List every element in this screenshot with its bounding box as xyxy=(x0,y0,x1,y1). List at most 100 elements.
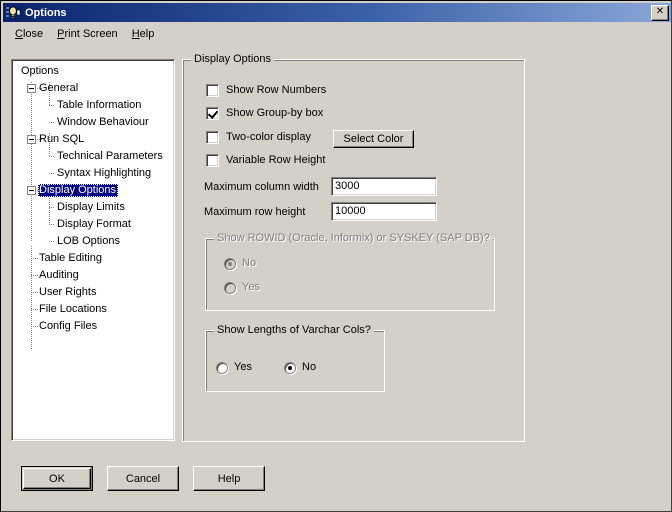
tree-node-display-options[interactable]: Display Options xyxy=(12,182,174,199)
display-options-groupbox-title: Display Options xyxy=(191,53,275,65)
menu-item-help[interactable]: Help xyxy=(125,27,162,42)
checkbox-box-icon[interactable] xyxy=(206,154,219,167)
tree-connector xyxy=(31,309,39,310)
tree-node-label: Syntax Highlighting xyxy=(57,167,152,179)
tree-connector xyxy=(31,275,39,276)
radio-label: No xyxy=(242,257,257,269)
tree-node-file-locations[interactable]: File Locations xyxy=(12,301,174,318)
tree-connector xyxy=(31,326,39,327)
tree-node-syntax-highlighting[interactable]: Syntax Highlighting xyxy=(12,165,174,182)
tree-node-table-editing[interactable]: Table Editing xyxy=(12,250,174,267)
tree-node-label: Technical Parameters xyxy=(57,150,163,162)
help-button[interactable]: Help xyxy=(193,466,265,491)
tree-node-label: Display Limits xyxy=(57,201,125,213)
tree-node-auditing[interactable]: Auditing xyxy=(12,267,174,284)
options-tree[interactable]: Options General Table Information Window… xyxy=(11,59,175,441)
checkbox-label: Show Row Numbers xyxy=(226,84,327,96)
ok-button[interactable]: OK xyxy=(21,466,93,491)
tree-connector xyxy=(31,258,39,259)
tree-node-lob-options[interactable]: LOB Options xyxy=(12,233,174,250)
menu-item-print-screen[interactable]: Print Screen xyxy=(50,27,125,42)
menu-item-close[interactable]: Close xyxy=(8,27,50,42)
radio-button-icon[interactable] xyxy=(216,361,228,374)
cancel-button[interactable]: Cancel xyxy=(107,466,179,491)
tree-node-run-sql[interactable]: Run SQL xyxy=(12,131,174,148)
help-button-label: Help xyxy=(217,472,241,485)
options-dialog-window: Options ✕ Close Print Screen Help Option… xyxy=(0,0,672,512)
menu-item-help-label: elp xyxy=(139,27,155,40)
tree-connector xyxy=(31,292,39,293)
tree-node-technical-parameters[interactable]: Technical Parameters xyxy=(12,148,174,165)
lightbulb-icon xyxy=(5,4,21,21)
radio-label: No xyxy=(302,361,317,373)
tree-node-display-format[interactable]: Display Format xyxy=(12,216,174,233)
checkbox-label: Show Group-by box xyxy=(226,107,324,119)
tree-node-label: File Locations xyxy=(39,303,107,315)
radio-label: Yes xyxy=(234,361,252,373)
tree-node-window-behaviour[interactable]: Window Behaviour xyxy=(12,114,174,131)
tree-node-label: Auditing xyxy=(39,269,79,281)
menu-item-close-label: lose xyxy=(22,27,44,40)
radio-button-icon[interactable] xyxy=(224,281,236,294)
menu-item-print-screen-label: rint Screen xyxy=(64,27,118,40)
radio-rowid-no[interactable]: No xyxy=(224,257,256,270)
tree-connector xyxy=(49,173,55,174)
cancel-button-label: Cancel xyxy=(125,472,161,485)
tree-connector xyxy=(37,88,43,89)
show-varchar-lengths-groupbox-title: Show Lengths of Varchar Cols? xyxy=(214,324,374,336)
tree-connector xyxy=(49,207,55,208)
checkbox-box-icon[interactable] xyxy=(206,131,219,144)
show-rowid-groupbox-title: Show ROWID (Oracle, Informix) or SYSKEY … xyxy=(214,232,493,244)
ok-button-label: OK xyxy=(49,472,65,485)
radio-button-icon[interactable] xyxy=(224,257,236,270)
tree-node-label: Display Options xyxy=(38,184,119,197)
checkbox-label: Two-color display xyxy=(226,131,311,143)
maximum-column-width-input[interactable]: 3000 xyxy=(331,177,437,196)
tree-node-display-limits[interactable]: Display Limits xyxy=(12,199,174,216)
window-title: Options xyxy=(25,6,67,19)
tree-node-label: Window Behaviour xyxy=(57,116,149,128)
tree-connector xyxy=(37,139,43,140)
checkbox-show-row-numbers[interactable]: Show Row Numbers xyxy=(206,84,326,97)
select-color-button[interactable]: Select Color xyxy=(333,130,414,148)
tree-node-user-rights[interactable]: User Rights xyxy=(12,284,174,301)
tree-node-label: General xyxy=(39,82,79,94)
display-options-groupbox: Display Options Show Row Numbers Show Gr… xyxy=(182,53,525,442)
menu-bar: Close Print Screen Help xyxy=(3,25,671,43)
tree-connector xyxy=(49,105,55,106)
tree-connector xyxy=(49,156,55,157)
radio-varchar-no[interactable]: No xyxy=(284,361,316,374)
tree-node-label: User Rights xyxy=(39,286,97,298)
maximum-row-height-label: Maximum row height xyxy=(204,206,306,218)
tree-connector xyxy=(37,190,43,191)
tree-node-table-information[interactable]: Table Information xyxy=(12,97,174,114)
tree-node-options[interactable]: Options xyxy=(12,63,174,80)
checkbox-variable-row-height[interactable]: Variable Row Height xyxy=(206,154,325,167)
title-bar[interactable]: Options ✕ xyxy=(3,3,671,22)
expander-minus-icon[interactable] xyxy=(27,186,36,195)
expander-minus-icon[interactable] xyxy=(27,84,36,93)
checkbox-show-group-by-box[interactable]: Show Group-by box xyxy=(206,107,323,120)
expander-minus-icon[interactable] xyxy=(27,135,36,144)
radio-varchar-yes[interactable]: Yes xyxy=(216,361,252,374)
tree-node-label: Display Format xyxy=(57,218,131,230)
checkbox-box-icon[interactable] xyxy=(206,107,219,120)
tree-node-label: Table Editing xyxy=(39,252,102,264)
tree-node-config-files[interactable]: Config Files xyxy=(12,318,174,335)
checkbox-box-icon[interactable] xyxy=(206,84,219,97)
radio-rowid-yes[interactable]: Yes xyxy=(224,281,260,294)
tree-node-label: Run SQL xyxy=(39,133,85,145)
close-icon[interactable]: ✕ xyxy=(651,5,669,21)
checkbox-two-color-display[interactable]: Two-color display xyxy=(206,131,311,144)
tree-connector xyxy=(49,241,55,242)
radio-button-icon[interactable] xyxy=(284,361,296,374)
maximum-row-height-input[interactable]: 10000 xyxy=(331,202,437,221)
tree-node-label: Table Information xyxy=(57,99,142,111)
tree-connector xyxy=(49,122,55,123)
maximum-column-width-label: Maximum column width xyxy=(204,181,319,193)
tree-node-general[interactable]: General xyxy=(12,80,174,97)
show-rowid-groupbox: Show ROWID (Oracle, Informix) or SYSKEY … xyxy=(205,232,495,311)
tree-node-label: Config Files xyxy=(39,320,98,332)
checkbox-label: Variable Row Height xyxy=(226,154,326,166)
tree-connector xyxy=(49,224,55,225)
